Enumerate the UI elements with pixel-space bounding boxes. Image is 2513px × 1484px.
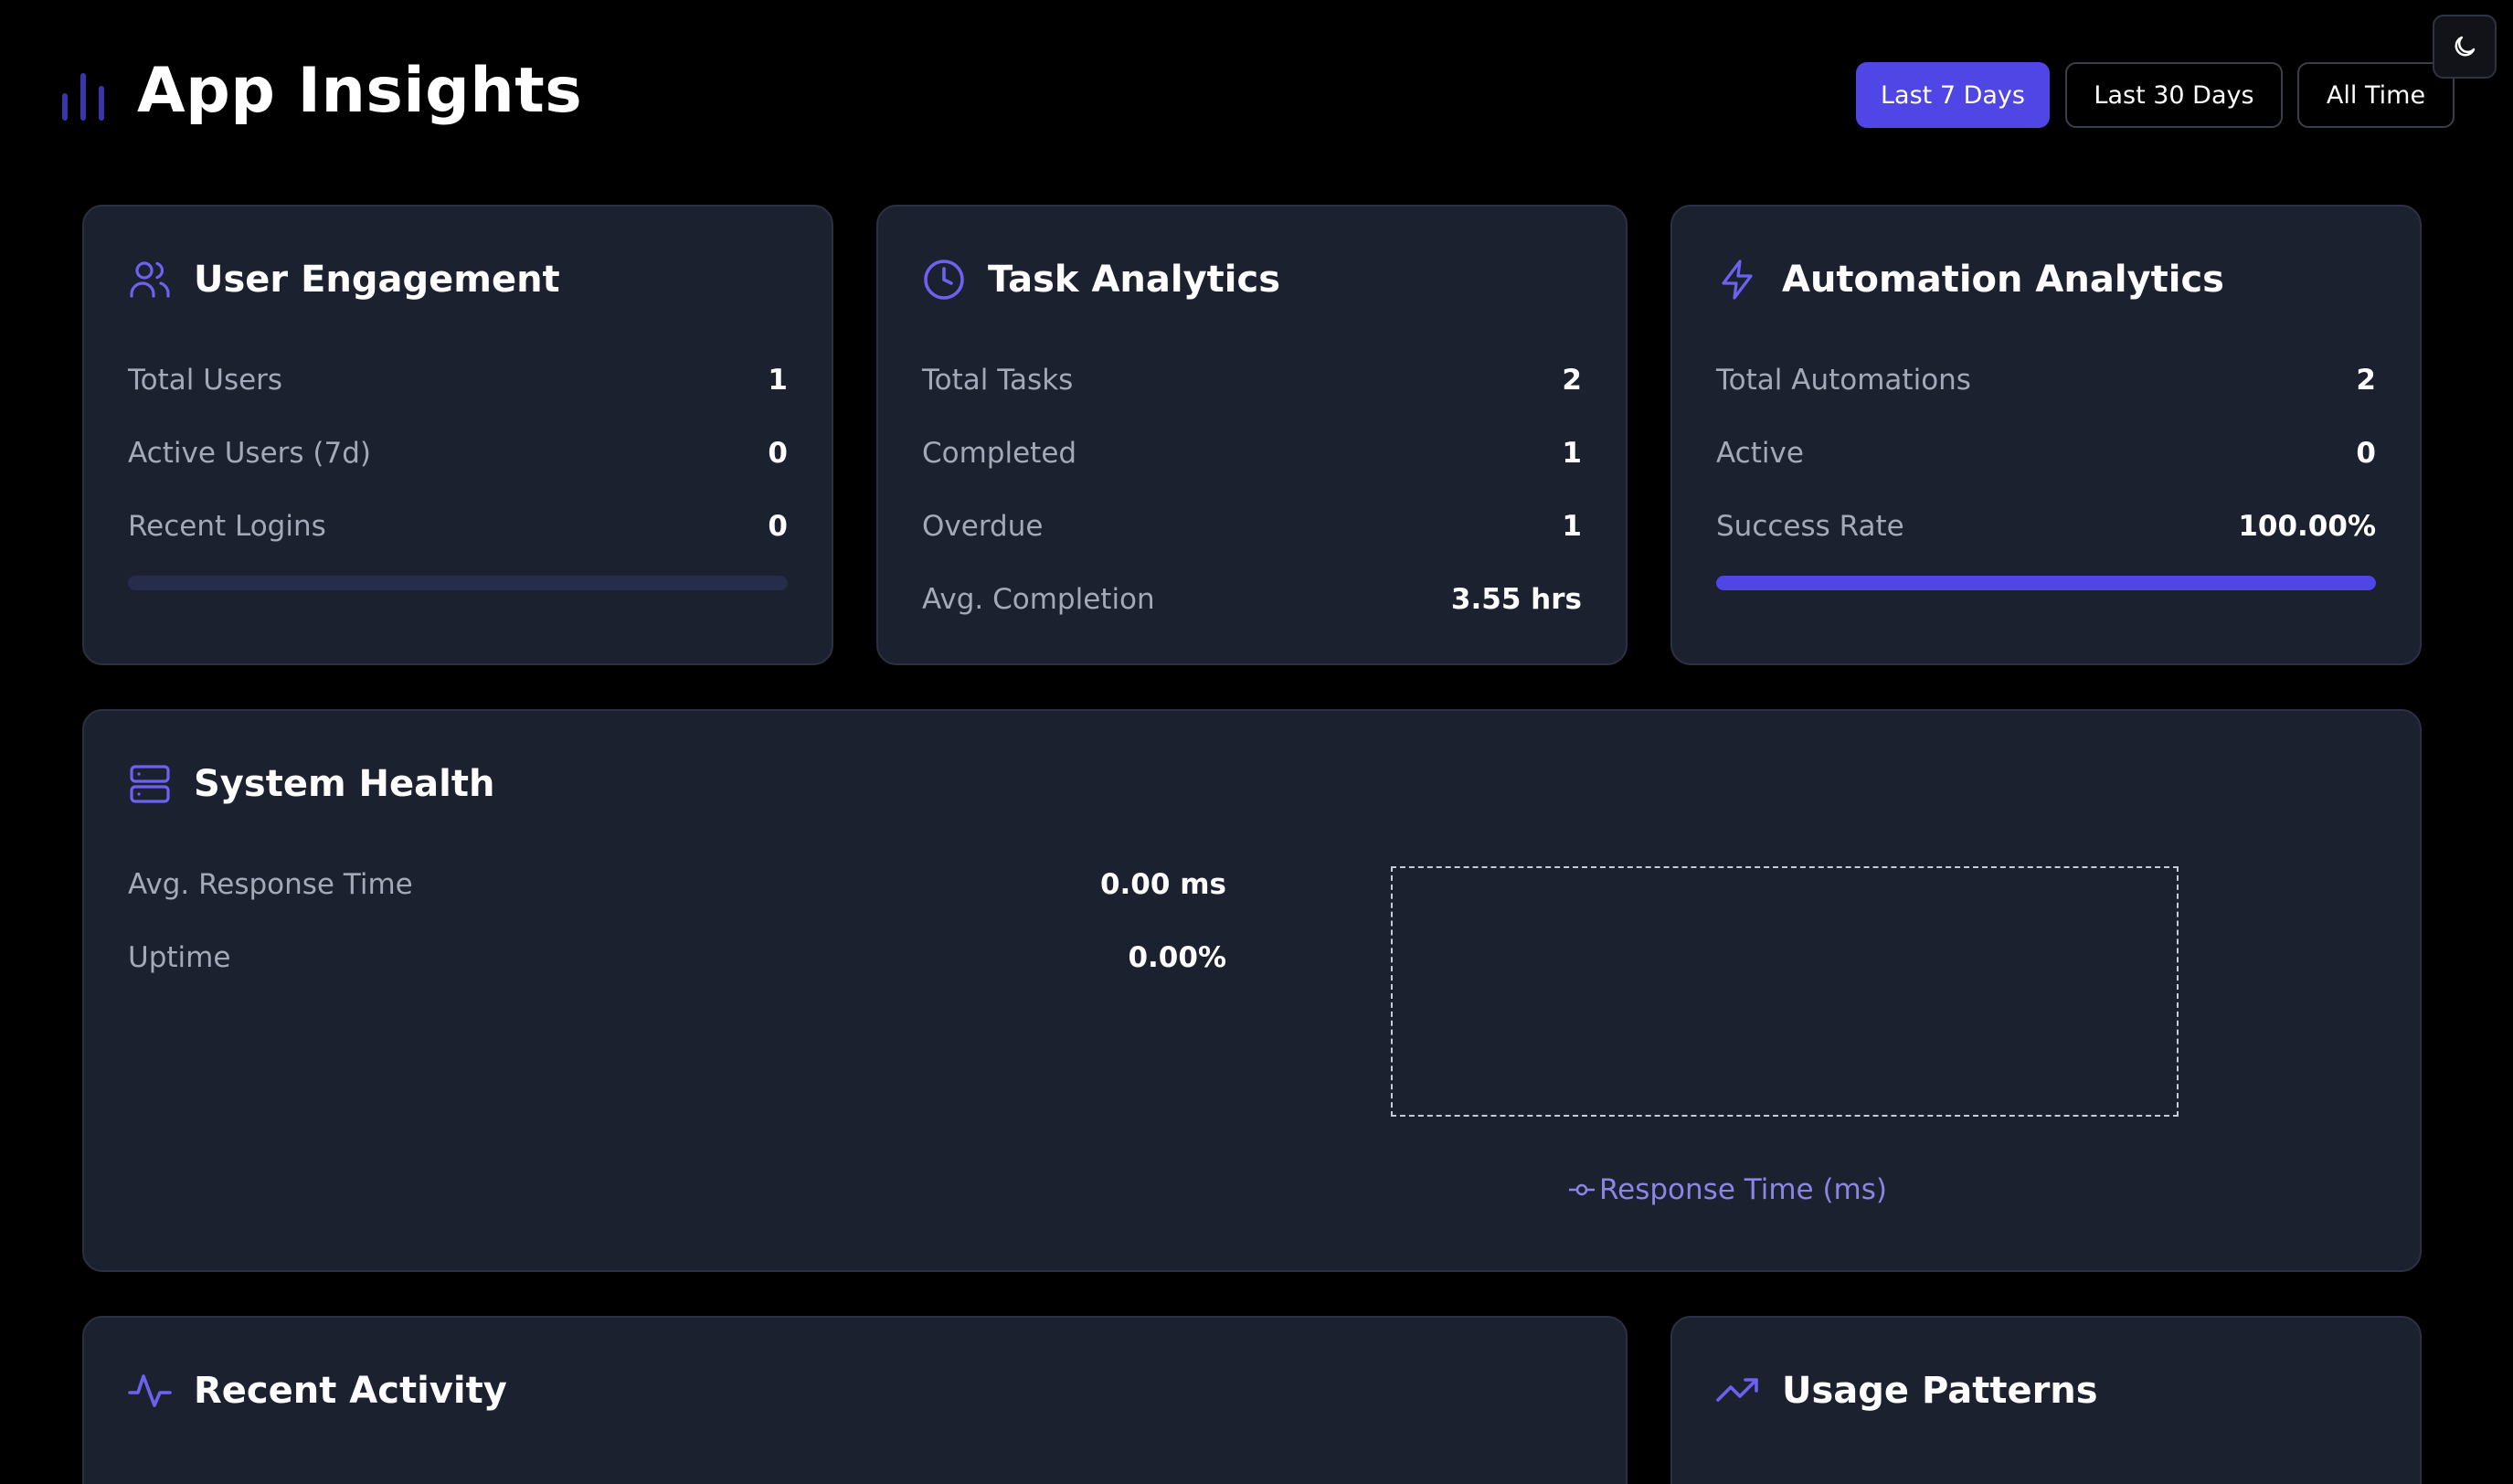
system-health-card: System Health Avg. Response Time 0.00 ms… — [82, 709, 2422, 1272]
card-header: Recent Activity — [128, 1369, 507, 1413]
stat-row-uptime: Uptime 0.00% — [128, 938, 1226, 978]
card-title: User Engagement — [194, 259, 560, 301]
stat-value: 3.55 hrs — [1450, 583, 1582, 616]
moon-icon — [2455, 36, 2476, 57]
lightning-icon — [1722, 260, 1753, 300]
card-title: Automation Analytics — [1782, 259, 2224, 301]
stat-value: 0 — [768, 437, 788, 470]
stat-value: 0 — [2356, 437, 2376, 470]
stat-value: 2 — [2356, 364, 2376, 397]
range-button-all-time[interactable]: All Time — [2297, 62, 2455, 128]
range-button-label: Last 7 Days — [1881, 80, 2025, 110]
server-icon — [130, 765, 170, 803]
card-header: User Engagement — [128, 258, 560, 302]
theme-toggle-button[interactable] — [2433, 15, 2497, 79]
stat-row-active-automations: Active 0 — [1716, 433, 2376, 473]
recent-activity-card: Recent Activity — [82, 1316, 1628, 1484]
stat-value: 1 — [1562, 437, 1582, 470]
card-title: Task Analytics — [988, 259, 1281, 301]
clock-icon — [924, 260, 964, 300]
stat-value: 0 — [768, 510, 788, 543]
line-marker-icon — [1569, 1183, 1595, 1196]
card-header: Automation Analytics — [1716, 258, 2224, 302]
card-header: Usage Patterns — [1716, 1369, 2098, 1413]
range-button-label: All Time — [2326, 80, 2426, 110]
chart-legend-label: Response Time (ms) — [1599, 1173, 1887, 1206]
success-rate-progress-fill — [1716, 576, 2376, 590]
card-title: Recent Activity — [194, 1370, 507, 1412]
stat-label: Active Users (7d) — [128, 437, 371, 470]
stat-label: Avg. Completion — [922, 583, 1155, 616]
stat-label: Success Rate — [1716, 510, 1904, 543]
range-button-last-7-days[interactable]: Last 7 Days — [1856, 62, 2050, 128]
automation-analytics-card: Automation Analytics Total Automations 2… — [1670, 205, 2422, 665]
page-title: App Insights — [137, 55, 583, 127]
trending-up-icon — [1716, 1378, 1758, 1402]
stat-label: Total Automations — [1716, 364, 1971, 397]
stat-row-active-users: Active Users (7d) 0 — [128, 433, 788, 473]
stat-row-overdue: Overdue 1 — [922, 506, 1582, 546]
stat-value: 1 — [1562, 510, 1582, 543]
card-header: Task Analytics — [922, 258, 1280, 302]
users-icon — [130, 261, 170, 298]
stat-row-completed: Completed 1 — [922, 433, 1582, 473]
user-engagement-card: User Engagement Total Users 1 Active Use… — [82, 205, 833, 665]
stat-row-avg-completion: Avg. Completion 3.55 hrs — [922, 579, 1582, 620]
stat-row-total-users: Total Users 1 — [128, 360, 788, 400]
card-header: System Health — [128, 762, 494, 806]
engagement-progress-bar — [128, 576, 788, 590]
stat-label: Completed — [922, 437, 1077, 470]
response-time-chart-area — [1391, 866, 2179, 1117]
chart-legend[interactable]: Response Time (ms) — [1568, 1173, 1887, 1206]
activity-icon — [128, 1374, 172, 1407]
stat-row-avg-response-time: Avg. Response Time 0.00 ms — [128, 864, 1226, 905]
stat-label: Total Tasks — [922, 364, 1074, 397]
range-button-label: Last 30 Days — [2094, 80, 2254, 110]
stat-row-total-automations: Total Automations 2 — [1716, 360, 2376, 400]
stat-label: Recent Logins — [128, 510, 326, 543]
stat-row-total-tasks: Total Tasks 2 — [922, 360, 1582, 400]
stat-label: Uptime — [128, 941, 231, 974]
card-title: Usage Patterns — [1782, 1370, 2098, 1412]
stat-value: 0.00% — [1128, 941, 1226, 974]
card-title: System Health — [194, 763, 495, 805]
stat-label: Total Users — [128, 364, 283, 397]
stat-value: 0.00 ms — [1099, 868, 1226, 901]
stat-label: Avg. Response Time — [128, 868, 413, 901]
task-analytics-card: Task Analytics Total Tasks 2 Completed 1… — [876, 205, 1628, 665]
stat-row-success-rate: Success Rate 100.00% — [1716, 506, 2376, 546]
stat-label: Overdue — [922, 510, 1044, 543]
stat-value: 1 — [768, 364, 788, 397]
stat-value: 100.00% — [2238, 510, 2376, 543]
bar-chart-icon — [62, 73, 104, 121]
stat-label: Active — [1716, 437, 1804, 470]
stat-row-recent-logins: Recent Logins 0 — [128, 506, 788, 546]
range-button-last-30-days[interactable]: Last 30 Days — [2065, 62, 2283, 128]
success-rate-progress-bar — [1716, 576, 2376, 590]
app-insights-page: App Insights Last 7 Days Last 30 Days Al… — [0, 0, 2513, 1484]
usage-patterns-card: Usage Patterns — [1670, 1316, 2422, 1484]
stat-value: 2 — [1562, 364, 1582, 397]
